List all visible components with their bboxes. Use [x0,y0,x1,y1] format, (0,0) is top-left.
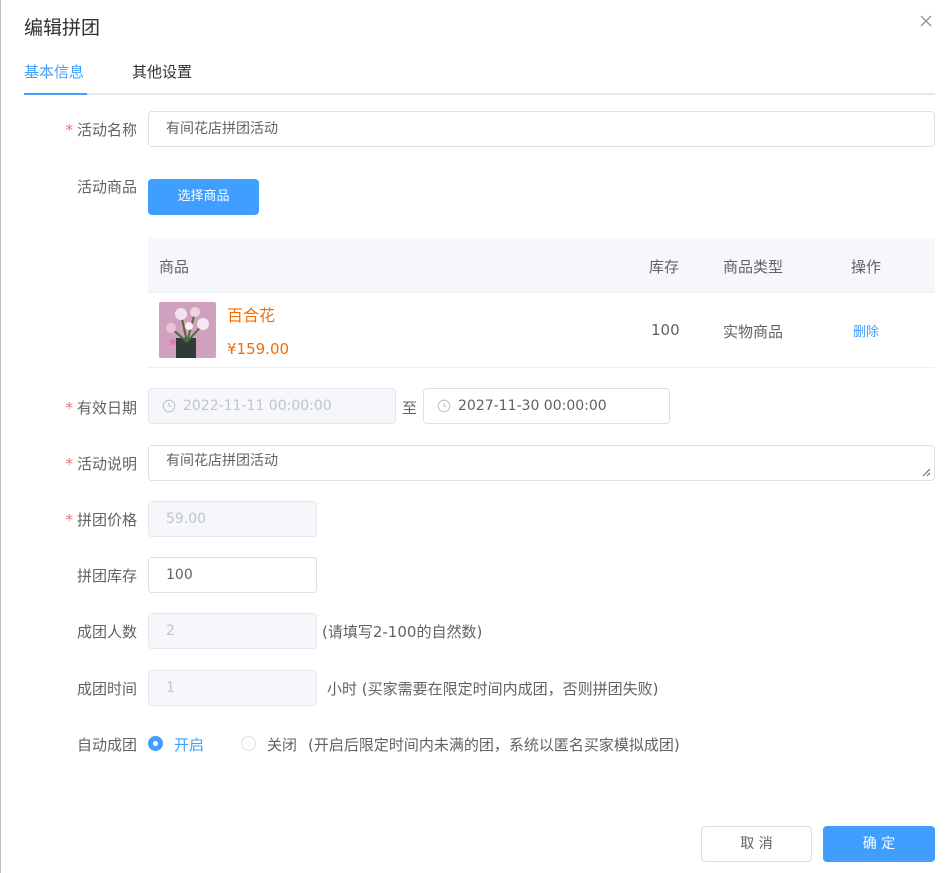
confirm-button[interactable]: 确 定 [823,826,935,862]
clock-icon [437,399,451,413]
group-price-input[interactable]: 59.00 [148,501,317,537]
cancel-button[interactable]: 取 消 [701,826,812,862]
group-stock-label: 拼团库存 [76,567,137,585]
goods-stock: 100 [651,321,680,339]
delete-link[interactable]: 删除 [853,321,879,340]
resize-handle-icon[interactable] [922,468,931,477]
activity-name-label: * 活动名称 [65,121,137,139]
end-date-value: 2027-11-30 00:00:00 [458,398,607,414]
required-mark: * [65,121,73,139]
activity-goods-label: 活动商品 [76,178,137,196]
lily-flower-photo [159,302,216,358]
tab-basic-info[interactable]: 基本信息 [24,62,84,95]
description-label: * 活动说明 [65,455,137,473]
radio-on-label[interactable]: 开启 [174,734,204,755]
required-mark: * [65,511,73,529]
goods-type: 实物商品 [723,323,784,341]
column-action: 操作 [851,258,882,276]
description-value: 有间花店拼团活动 [166,453,278,469]
end-date-input[interactable]: 2027-11-30 00:00:00 [423,388,670,424]
radio-off-label[interactable]: 关闭 [267,734,297,755]
group-stock-input[interactable]: 100 [148,557,317,593]
edit-group-dialog: 编辑拼团 基本信息 其他设置 * 活动名称 有间花店拼团活动 活动商品 选择商品 … [0,0,946,873]
radio-off[interactable] [241,736,256,751]
column-stock: 库存 [649,258,680,276]
close-icon[interactable] [917,12,935,30]
group-time-hint: 小时 (买家需要在限定时间内成团，否则拼团失败) [327,680,659,698]
goods-price: ¥159.00 [227,340,290,358]
active-tab-indicator [24,93,87,95]
group-price-label: * 拼团价格 [65,511,137,529]
goods-table: 商品 库存 商品类型 操作 百合花 ¥159.00 100 实物商品 删除 [148,238,935,368]
required-mark: * [65,455,73,473]
group-size-input[interactable]: 2 [148,613,317,649]
table-header: 商品 库存 商品类型 操作 [148,238,935,293]
group-size-label: 成团人数 [76,623,137,641]
valid-date-label: * 有效日期 [65,399,137,417]
description-textarea[interactable]: 有间花店拼团活动 [148,445,935,481]
tab-bar: 基本信息 其他设置 [24,62,935,95]
required-mark: * [65,399,73,417]
goods-name[interactable]: 百合花 [227,302,275,326]
group-size-hint: (请填写2-100的自然数) [322,623,483,641]
tab-other-settings[interactable]: 其他设置 [132,62,192,95]
dialog-title: 编辑拼团 [24,17,101,39]
start-date-input[interactable]: 2022-11-11 00:00:00 [148,388,396,424]
group-time-label: 成团时间 [76,680,137,698]
auto-group-hint: (开启后限定时间内未满的团，系统以匿名买家模拟成团) [308,736,680,754]
column-goods-type: 商品类型 [723,258,784,276]
auto-group-label: 自动成团 [76,736,137,754]
clock-icon [162,399,176,413]
column-goods: 商品 [159,258,190,276]
start-date-value: 2022-11-11 00:00:00 [183,398,332,414]
group-time-input[interactable]: 1 [148,670,317,706]
select-goods-button[interactable]: 选择商品 [148,179,259,215]
activity-name-input[interactable]: 有间花店拼团活动 [148,111,935,147]
radio-on[interactable] [148,736,163,751]
date-separator: 至 [402,399,418,417]
